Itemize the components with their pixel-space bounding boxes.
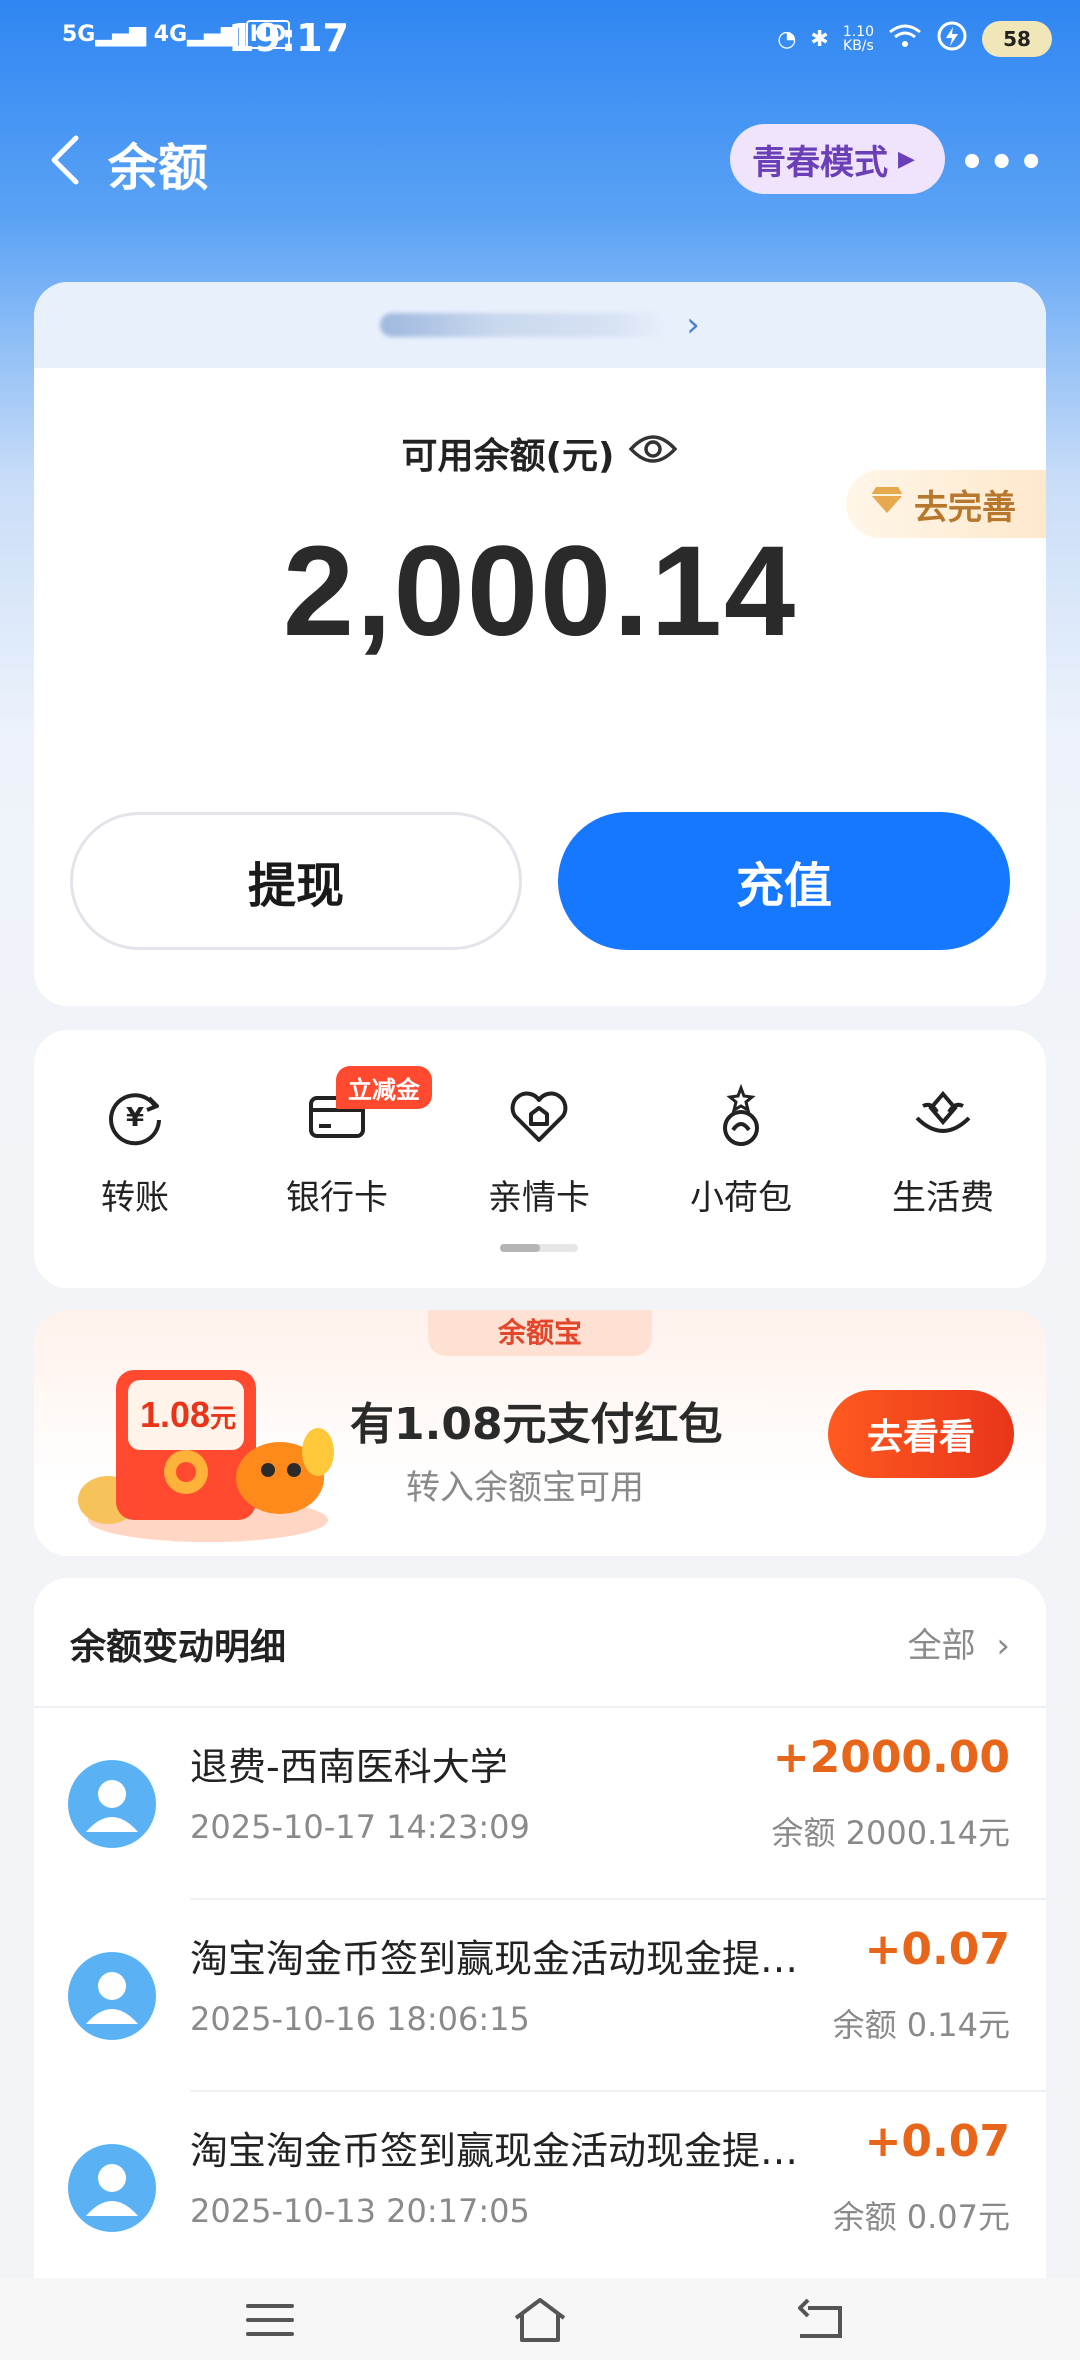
service-small-wallet[interactable]: 小荷包 — [640, 1083, 842, 1219]
transaction-date: 2025-10-17 14:23:09 — [190, 1808, 530, 1846]
account-link[interactable]: › — [34, 282, 1046, 368]
red-packet-illustration: 1.08元 — [68, 1360, 348, 1550]
service-family-card[interactable]: 亲情卡 — [438, 1084, 640, 1219]
transaction-balance: 余额 0.14元 — [832, 2006, 1010, 2044]
transaction-row[interactable]: 退费-西南医科大学 2025-10-17 14:23:09 +2000.00 余… — [34, 1708, 1046, 1900]
signal-4g: 4G — [153, 22, 188, 47]
chevron-right-icon: › — [996, 1626, 1010, 1666]
transaction-balance: 余额 0.07元 — [832, 2198, 1010, 2236]
nav-bar: 余额 青春模式 ▶ ••• — [0, 110, 1080, 210]
net-speed: 1.10 KB/s — [842, 24, 874, 54]
promo-subtitle: 转入余额宝可用 — [406, 1468, 644, 1508]
page-indicator — [500, 1244, 578, 1252]
transaction-name: 淘宝淘金币签到赢现金活动现金提… — [190, 2129, 799, 2173]
services-card: ¥ 转账 银行卡 立减金 亲情卡 小荷包 生活费 — [34, 1030, 1046, 1288]
balance-card: › 可用余额(元) 去完善 2,000.14 提现 充值 — [34, 282, 1046, 1006]
withdraw-button[interactable]: 提现 — [70, 812, 522, 950]
transaction-name: 退费-西南医科大学 — [190, 1745, 508, 1789]
balance-amount: 2,000.14 — [282, 520, 798, 663]
service-label: 小荷包 — [690, 1178, 792, 1218]
page-title: 余额 — [108, 139, 208, 197]
charging-icon — [936, 20, 968, 58]
view-all-label: 全部 — [907, 1626, 976, 1666]
red-packet-unit: 元 — [210, 1403, 237, 1433]
service-label: 生活费 — [892, 1178, 994, 1218]
battery-indicator: 58 — [982, 21, 1052, 57]
discount-tag: 立减金 — [336, 1066, 432, 1109]
balance-details-card: 余额变动明细 全部 › 退费-西南医科大学 2025-10-17 14:23:0… — [34, 1578, 1046, 2278]
transaction-date: 2025-10-16 18:06:15 — [190, 2000, 530, 2038]
yuebao-promo-card[interactable]: 余额宝 1.08元 有1.08元支付红包 转入余额宝可用 去看看 — [34, 1310, 1046, 1556]
transaction-name: 淘宝淘金币签到赢现金活动现金提… — [190, 1937, 799, 1981]
signal-5g: 5G — [62, 22, 96, 47]
transaction-amount: +0.07 — [864, 1924, 1010, 1975]
transaction-amount: +0.07 — [864, 2116, 1010, 2167]
details-title: 余额变动明细 — [70, 1627, 287, 1668]
system-nav-bar — [0, 2278, 1080, 2360]
transaction-date: 2025-10-13 20:17:05 — [190, 2192, 530, 2230]
youth-mode-button[interactable]: 青春模式 ▶ — [730, 124, 945, 194]
service-living-expense[interactable]: 生活费 — [842, 1084, 1044, 1219]
wifi-icon — [888, 22, 922, 56]
eye-icon[interactable] — [628, 431, 678, 476]
play-triangle-icon: ▶ — [898, 146, 915, 172]
back-button[interactable] — [38, 130, 98, 190]
service-transfer[interactable]: ¥ 转账 — [34, 1084, 236, 1219]
user-avatar-icon — [68, 2144, 156, 2232]
yuebao-tab: 余额宝 — [428, 1310, 652, 1356]
topup-button[interactable]: 充值 — [558, 812, 1010, 950]
red-packet-value: 1.08 — [140, 1394, 211, 1435]
bluetooth-icon: ✱ — [810, 26, 829, 52]
promo-view-button[interactable]: 去看看 — [828, 1390, 1014, 1478]
balance-label: 可用余额(元) — [401, 436, 615, 477]
home-icon[interactable] — [510, 2290, 570, 2350]
service-label: 转账 — [101, 1178, 169, 1218]
menu-icon[interactable] — [240, 2290, 300, 2350]
promo-title: 有1.08元支付红包 — [350, 1399, 723, 1450]
transaction-balance: 余额 2000.14元 — [771, 1814, 1010, 1852]
chevron-right-icon: › — [686, 305, 700, 345]
speedometer-icon: ◔ — [777, 26, 797, 52]
status-bar: 5G▂▄▆ 4G▂▄▆ HD 19:17 ◔ ✱ 1.10 KB/s 58 — [0, 0, 1080, 90]
service-label: 银行卡 — [286, 1178, 388, 1218]
more-menu-icon[interactable]: ••• — [959, 140, 1048, 186]
living-expense-icon — [911, 1084, 975, 1148]
svg-text:¥: ¥ — [126, 1103, 144, 1133]
view-all-link[interactable]: 全部 › — [908, 1618, 1010, 1667]
back-nav-icon[interactable] — [790, 2290, 850, 2350]
user-avatar-icon — [68, 1760, 156, 1848]
service-label: 亲情卡 — [488, 1178, 590, 1218]
transaction-row[interactable]: 淘宝淘金币签到赢现金活动现金提… 2025-10-16 18:06:15 +0.… — [34, 1900, 1046, 2092]
red-packet-amount: 1.08元 — [140, 1394, 236, 1436]
clock: 19:17 — [228, 16, 349, 60]
family-card-icon — [507, 1084, 571, 1148]
transaction-row[interactable]: 淘宝淘金币签到赢现金活动现金提… 2025-10-13 20:17:05 +0.… — [34, 2092, 1046, 2278]
small-wallet-icon — [709, 1083, 773, 1148]
transfer-icon: ¥ — [103, 1084, 167, 1148]
youth-mode-label: 青春模式 — [752, 142, 888, 183]
masked-account-info — [380, 313, 671, 337]
transaction-amount: +2000.00 — [772, 1732, 1010, 1783]
back-arrow-icon — [51, 135, 79, 185]
user-avatar-icon — [68, 1952, 156, 2040]
